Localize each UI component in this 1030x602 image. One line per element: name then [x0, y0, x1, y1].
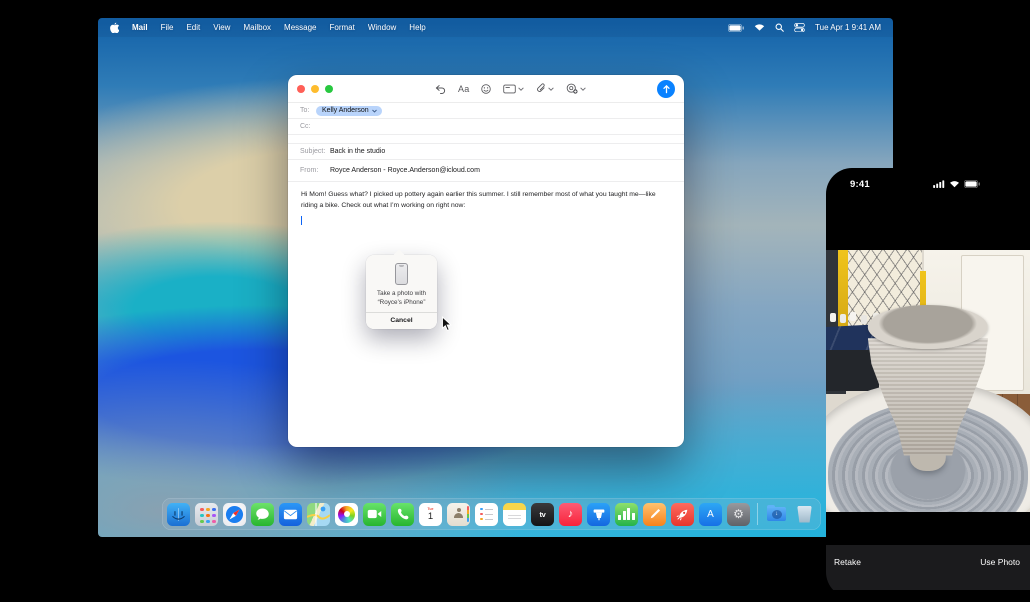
dock-launchpad-icon[interactable] [195, 503, 218, 526]
apple-menu-icon[interactable] [110, 22, 120, 34]
message-body-editor[interactable]: Hi Mom! Guess what? I picked up pottery … [288, 182, 684, 447]
subject-label: Subject: [300, 148, 330, 155]
dock-maps-icon[interactable] [307, 503, 330, 526]
dock-notes-icon[interactable] [503, 503, 526, 526]
menu-message[interactable]: Message [284, 23, 316, 32]
iphone-clock: 9:41 [850, 179, 870, 190]
dock-divider [757, 503, 758, 525]
use-photo-button[interactable]: Use Photo [980, 557, 1020, 590]
recipient-chevron-icon [372, 109, 377, 113]
emoji-button[interactable] [481, 84, 491, 94]
menu-format[interactable]: Format [330, 23, 355, 32]
compose-toolbar: Aa [288, 75, 684, 103]
photo-clay-pot [868, 305, 988, 488]
menu-app-name[interactable]: Mail [132, 23, 148, 32]
recipient-token[interactable]: Kelly Anderson [316, 106, 382, 116]
wifi-icon [949, 180, 960, 188]
search-icon[interactable] [775, 23, 784, 32]
message-body-text: Hi Mom! Guess what? I picked up pottery … [301, 190, 671, 211]
cc-label: Cc: [300, 123, 316, 130]
to-label: To: [300, 107, 316, 114]
dock-messages-icon[interactable] [251, 503, 274, 526]
minimize-button[interactable] [311, 85, 319, 93]
attachment-button[interactable] [536, 83, 554, 94]
menu-mailbox[interactable]: Mailbox [243, 23, 271, 32]
wifi-icon[interactable] [754, 23, 765, 32]
screenshot-root: { "menu_bar": { "items": ["Mail", "File"… [0, 0, 1030, 602]
close-button[interactable] [297, 85, 305, 93]
header-fields-button[interactable] [503, 84, 524, 94]
dock-trash-icon[interactable] [793, 503, 816, 526]
dock-keynote-icon[interactable] [587, 503, 610, 526]
menu-bar: Mail File Edit View Mailbox Message Form… [98, 18, 893, 37]
camera-action-bar: Retake Use Photo [826, 545, 1030, 590]
dock-mail-icon[interactable] [279, 503, 302, 526]
dock-appstore-icon[interactable]: A [699, 503, 722, 526]
zoom-button[interactable] [325, 85, 333, 93]
dock-reminders-icon[interactable] [475, 503, 498, 526]
cellular-icon [933, 180, 945, 188]
dock-safari-icon[interactable] [223, 503, 246, 526]
popup-message-line2: “Royce’s iPhone” [366, 299, 437, 308]
menu-clock[interactable]: Tue Apr 1 9:41 AM [815, 23, 881, 32]
cancel-button[interactable]: Cancel [366, 313, 437, 329]
control-center-icon[interactable] [794, 23, 805, 32]
from-label: From: [300, 167, 330, 174]
battery-icon [964, 180, 980, 188]
dock-finder-icon[interactable] [167, 503, 190, 526]
dock-calendar-icon[interactable]: Tue 1 [419, 503, 442, 526]
take-photo-popup: Take a photo with “Royce’s iPhone” Cance… [366, 255, 437, 329]
battery-icon[interactable] [728, 24, 744, 32]
dock-phone-icon[interactable] [391, 503, 414, 526]
dock-contacts-icon[interactable] [447, 503, 470, 526]
iphone-icon [395, 263, 408, 285]
dock-settings-icon[interactable]: ⚙ [727, 503, 750, 526]
dock-music-icon[interactable]: ♪ [559, 503, 582, 526]
mac-display: Mail File Edit View Mailbox Message Form… [98, 18, 893, 537]
camera-preview [826, 250, 1030, 512]
popup-message-line1: Take a photo with [366, 290, 437, 299]
field-spacer [288, 135, 684, 144]
dock: Tue 1 tv ♪ A ⚙ ↓ [162, 498, 821, 530]
photo-pottery-shelf-items [830, 313, 836, 322]
dock-rocket-icon[interactable] [671, 503, 694, 526]
menu-view[interactable]: View [213, 23, 230, 32]
text-caret [301, 216, 302, 225]
retake-button[interactable]: Retake [834, 557, 861, 590]
cc-field[interactable]: Cc: [288, 119, 684, 135]
mail-compose-window: Aa T [288, 75, 684, 447]
menu-edit[interactable]: Edit [186, 23, 200, 32]
menu-window[interactable]: Window [368, 23, 396, 32]
subject-field[interactable]: Subject: Back in the studio [288, 144, 684, 160]
dock-photos-icon[interactable] [335, 503, 358, 526]
undo-button[interactable] [435, 84, 446, 94]
from-field[interactable]: From: Royce Anderson - Royce.Anderson@ic… [288, 160, 684, 182]
send-button[interactable] [657, 80, 675, 98]
format-button[interactable]: Aa [458, 84, 469, 94]
dock-numbers-icon[interactable] [615, 503, 638, 526]
dock-downloads-icon[interactable]: ↓ [765, 503, 788, 526]
dock-facetime-icon[interactable] [363, 503, 386, 526]
subject-value: Back in the studio [330, 148, 385, 155]
dock-pages-icon[interactable] [643, 503, 666, 526]
menu-file[interactable]: File [161, 23, 174, 32]
to-field[interactable]: To: Kelly Anderson [288, 103, 684, 119]
dock-tv-icon[interactable]: tv [531, 503, 554, 526]
mouse-cursor [441, 316, 452, 337]
iphone-status-bar: 9:41 [826, 177, 1030, 191]
from-value: Royce Anderson - Royce.Anderson@icloud.c… [330, 167, 480, 174]
menu-help[interactable]: Help [409, 23, 425, 32]
insert-photo-button[interactable] [566, 83, 586, 94]
calendar-day: 1 [428, 512, 433, 522]
iphone-screen: 9:41 Retake Use Photo [826, 168, 1030, 598]
